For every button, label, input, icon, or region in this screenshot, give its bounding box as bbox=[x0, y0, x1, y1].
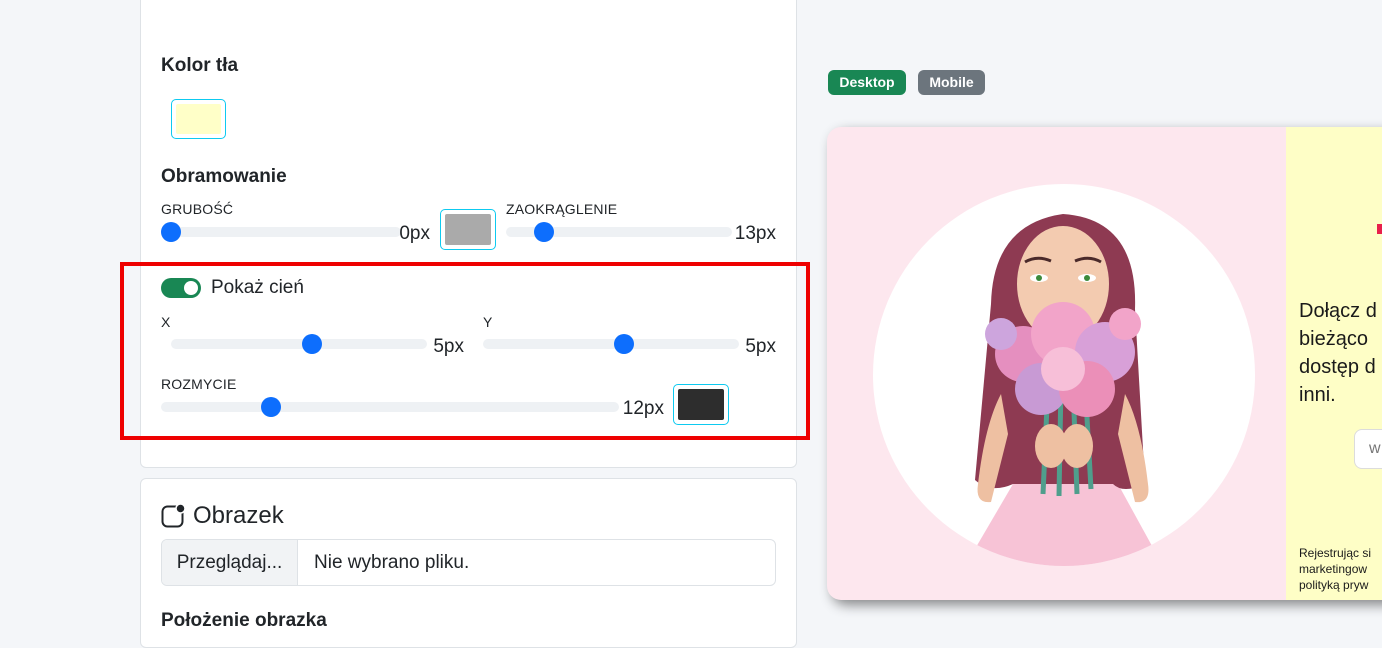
mobile-preview-button[interactable]: Mobile bbox=[918, 70, 985, 95]
shadow-blur-value: 12px bbox=[622, 398, 664, 419]
shadow-y-slider-thumb[interactable] bbox=[613, 334, 634, 354]
shadow-x-slider[interactable] bbox=[171, 334, 427, 354]
shadow-color-fill bbox=[678, 389, 724, 420]
preview-text-line: dostęp d bbox=[1299, 356, 1376, 378]
image-file-input[interactable]: Przeglądaj... Nie wybrano pliku. bbox=[161, 539, 776, 586]
shadow-blur-label: ROZMYCIE bbox=[161, 376, 237, 392]
shadow-x-value: 5px bbox=[433, 336, 464, 357]
border-color-picker[interactable] bbox=[440, 209, 496, 250]
preview-consent-line: polityką pryw bbox=[1299, 578, 1369, 592]
shadow-blur-slider[interactable] bbox=[161, 397, 619, 417]
show-shadow-label: Pokaż cień bbox=[211, 277, 304, 298]
shadow-y-value: 5px bbox=[745, 336, 776, 357]
thickness-value: 0px bbox=[399, 223, 430, 244]
image-section-heading: Obrazek bbox=[193, 502, 284, 529]
border-heading: Obramowanie bbox=[161, 166, 287, 187]
radius-value: 13px bbox=[734, 223, 776, 244]
shadow-color-picker[interactable] bbox=[673, 384, 729, 425]
no-file-text: Nie wybrano pliku. bbox=[314, 552, 470, 573]
image-shape-icon bbox=[161, 503, 186, 528]
woman-with-flowers-illustration bbox=[965, 214, 1163, 566]
browse-button[interactable]: Przeglądaj... bbox=[162, 540, 298, 585]
bg-color-fill bbox=[176, 104, 221, 134]
shadow-y-slider[interactable] bbox=[483, 334, 739, 354]
preview-text: Dołącz d bieżąco dostęp d inni. bbox=[1299, 297, 1377, 409]
preview-text-line: bieżąco bbox=[1299, 328, 1368, 350]
bg-color-picker[interactable] bbox=[171, 99, 226, 139]
thickness-label: GRUBOŚĆ bbox=[161, 201, 234, 217]
radius-slider[interactable] bbox=[506, 222, 732, 242]
preview-close-mark bbox=[1377, 224, 1382, 234]
image-position-heading: Położenie obrazka bbox=[161, 610, 327, 631]
preview-consent-line: Rejestrując si bbox=[1299, 546, 1372, 560]
thickness-slider-thumb[interactable] bbox=[161, 222, 181, 242]
thickness-slider[interactable] bbox=[161, 222, 401, 242]
shadow-blur-slider-thumb[interactable] bbox=[260, 397, 281, 417]
desktop-preview-button[interactable]: Desktop bbox=[828, 70, 906, 95]
preview-email-input[interactable]: w bbox=[1354, 429, 1382, 469]
shadow-y-label: Y bbox=[483, 314, 493, 330]
preview-text-line: Dołącz d bbox=[1299, 300, 1377, 322]
toggle-knob bbox=[184, 281, 198, 295]
preview-consent-text: Rejestrując si marketingow polityką pryw bbox=[1299, 545, 1371, 593]
popup-preview: Dołącz d bieżąco dostęp d inni. w Rejest… bbox=[827, 127, 1382, 600]
bg-color-heading: Kolor tła bbox=[161, 55, 239, 76]
border-color-fill bbox=[445, 214, 491, 245]
preview-consent-line: marketingow bbox=[1299, 562, 1368, 576]
preview-content-panel: Dołącz d bieżąco dostęp d inni. w Rejest… bbox=[1286, 127, 1382, 600]
radius-label: ZAOKRĄGLENIE bbox=[506, 201, 618, 217]
shadow-x-slider-thumb[interactable] bbox=[301, 334, 322, 354]
show-shadow-toggle[interactable] bbox=[161, 278, 201, 298]
shadow-x-label: X bbox=[161, 314, 171, 330]
preview-image-circle bbox=[873, 184, 1255, 566]
preview-text-line: inni. bbox=[1299, 384, 1336, 406]
